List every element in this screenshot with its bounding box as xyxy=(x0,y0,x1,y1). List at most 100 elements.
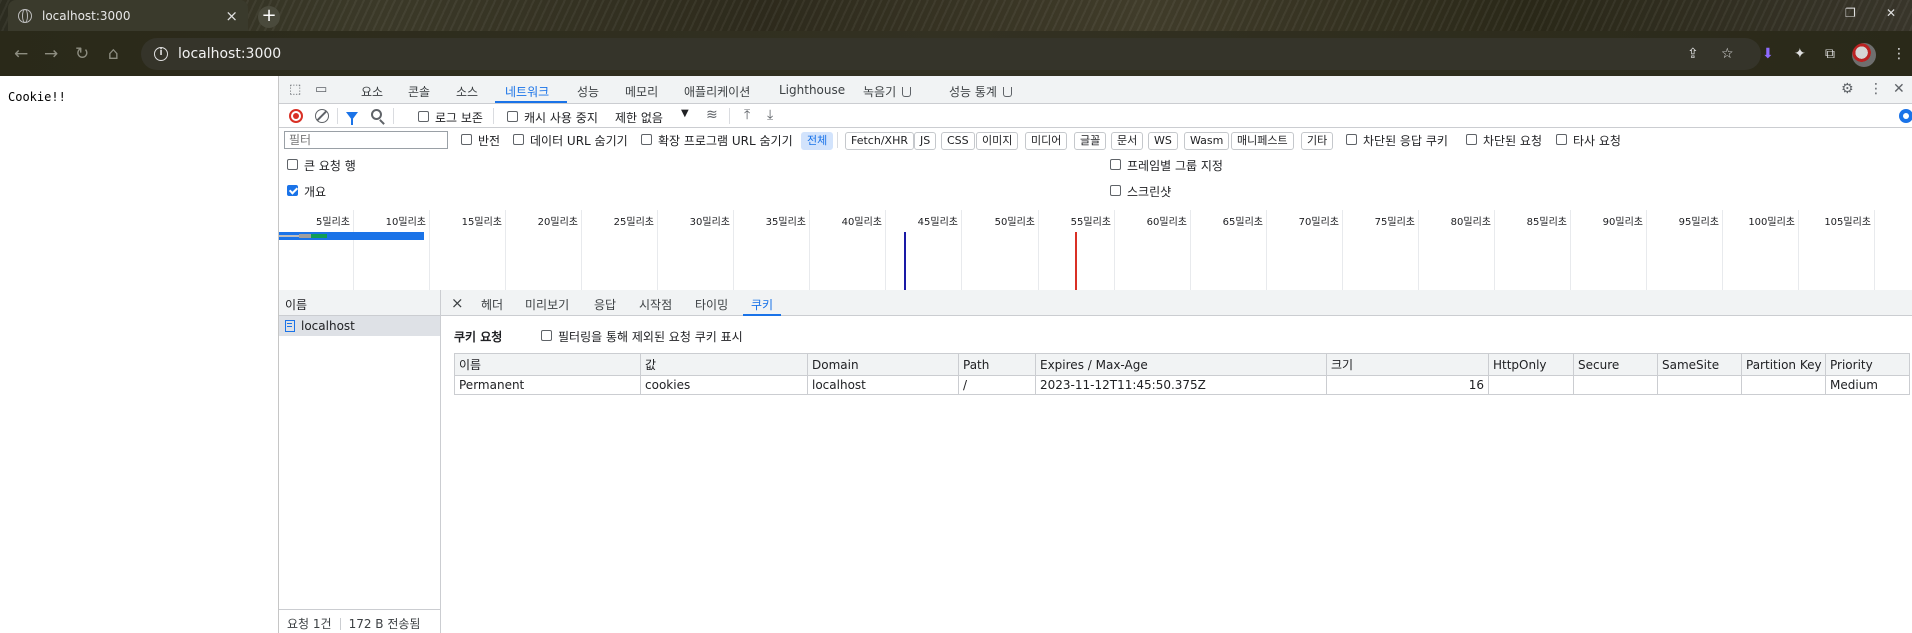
forward-icon[interactable]: → xyxy=(44,44,58,64)
devtools-close-icon[interactable]: ✕ xyxy=(1893,81,1905,97)
tab-console[interactable]: 콘솔 xyxy=(408,83,430,100)
filter-funnel-icon[interactable] xyxy=(346,112,358,125)
new-tab-button[interactable]: + xyxy=(258,6,280,28)
column-header[interactable]: 크기 xyxy=(1326,353,1489,376)
tab-application[interactable]: 애플리케이션 xyxy=(684,83,750,100)
column-header[interactable]: Path xyxy=(958,353,1036,376)
type-filter-manifest[interactable]: 매니페스트 xyxy=(1231,132,1294,150)
preserve-log-checkbox[interactable] xyxy=(418,111,429,122)
type-filter-all[interactable]: 전체 xyxy=(801,132,834,150)
tab-lighthouse[interactable]: Lighthouse xyxy=(779,83,845,97)
document-icon xyxy=(285,320,295,332)
download-icon[interactable]: ⬇ xyxy=(1762,46,1774,62)
back-icon[interactable]: ← xyxy=(14,44,28,64)
network-conditions-icon[interactable]: ≋ xyxy=(706,107,718,123)
hide-extension-urls-checkbox[interactable] xyxy=(641,134,652,145)
hide-data-urls-checkbox[interactable] xyxy=(513,134,524,145)
tab-network[interactable]: 네트워크 xyxy=(505,83,549,100)
hide-extension-urls-label: 확장 프로그램 URL 숨기기 xyxy=(658,134,793,148)
tab-sources[interactable]: 소스 xyxy=(456,83,478,100)
overview-waiting-segment xyxy=(311,234,327,238)
tab-cookies[interactable]: 쿠키 xyxy=(751,296,773,313)
column-header[interactable]: Domain xyxy=(807,353,959,376)
big-rows-checkbox[interactable] xyxy=(287,159,298,170)
third-party-checkbox[interactable] xyxy=(1556,134,1567,145)
close-detail-icon[interactable]: × xyxy=(451,294,464,312)
timeline-tick-label: 30밀리초 xyxy=(689,217,730,228)
type-filter-other[interactable]: 기타 xyxy=(1301,132,1334,150)
type-filter-fetch-xhr[interactable]: Fetch/XHR xyxy=(845,132,914,150)
column-header[interactable]: 이름 xyxy=(454,353,641,376)
browser-menu-icon[interactable]: ⋮ xyxy=(1892,46,1906,62)
network-settings-gear-icon[interactable] xyxy=(1899,109,1912,123)
tab-elements[interactable]: 요소 xyxy=(361,83,383,100)
browser-tab[interactable]: localhost:3000 × xyxy=(8,0,248,31)
export-har-icon[interactable]: ⤓ xyxy=(767,107,773,123)
request-list-header[interactable]: 이름 xyxy=(279,290,440,316)
screenshots-checkbox[interactable] xyxy=(1110,185,1121,196)
bookmark-star-icon[interactable]: ☆ xyxy=(1721,46,1734,62)
type-filter-font[interactable]: 글꼴 xyxy=(1074,132,1107,150)
column-header[interactable]: Secure xyxy=(1573,353,1658,376)
column-header[interactable]: Expires / Max-Age xyxy=(1035,353,1327,376)
type-filter-doc[interactable]: 문서 xyxy=(1111,132,1144,150)
column-header[interactable]: Partition Key xyxy=(1741,353,1826,376)
devtools-menu-icon[interactable]: ⋮ xyxy=(1869,81,1883,97)
extension-icon[interactable]: ✦ xyxy=(1794,46,1806,62)
share-icon[interactable]: ⇪ xyxy=(1687,46,1699,62)
tab-response[interactable]: 응답 xyxy=(594,296,616,313)
address-bar[interactable]: i localhost:3000 xyxy=(141,38,1761,70)
dom-content-loaded-line xyxy=(904,232,906,290)
home-icon[interactable]: ⌂ xyxy=(108,44,119,64)
page-content-text: Cookie!! xyxy=(8,90,66,104)
type-filter-js[interactable]: JS xyxy=(914,132,937,150)
inspect-element-icon[interactable]: ⬚ xyxy=(289,82,301,97)
record-stop-icon[interactable] xyxy=(289,109,303,123)
type-filter-image[interactable]: 이미지 xyxy=(976,132,1019,150)
device-toolbar-icon[interactable]: ▭ xyxy=(315,82,327,97)
column-header[interactable]: SameSite xyxy=(1657,353,1742,376)
clear-icon[interactable] xyxy=(315,109,329,123)
extensions-puzzle-icon[interactable]: ⧉ xyxy=(1825,46,1835,62)
disable-cache-checkbox[interactable] xyxy=(507,111,518,122)
filter-input[interactable] xyxy=(284,131,448,149)
column-header[interactable]: Priority xyxy=(1825,353,1910,376)
reload-icon[interactable]: ↻ xyxy=(75,44,89,64)
tab-timing[interactable]: 타이밍 xyxy=(695,296,728,313)
tab-performance[interactable]: 성능 xyxy=(577,83,599,100)
tab-preview[interactable]: 미리보기 xyxy=(525,296,569,313)
overview-checkbox[interactable] xyxy=(287,185,298,196)
import-har-icon[interactable]: ⤒ xyxy=(744,107,750,123)
search-icon[interactable] xyxy=(371,109,382,120)
blocked-cookies-checkbox[interactable] xyxy=(1346,134,1357,145)
restore-icon[interactable]: ❐ xyxy=(1845,6,1856,20)
column-header[interactable]: 값 xyxy=(640,353,808,376)
tab-headers[interactable]: 헤더 xyxy=(481,296,503,313)
request-row[interactable]: localhost xyxy=(279,316,440,336)
column-header[interactable]: HttpOnly xyxy=(1488,353,1574,376)
tab-memory[interactable]: 메모리 xyxy=(625,83,658,100)
profile-avatar[interactable] xyxy=(1852,43,1876,67)
tab-initiator[interactable]: 시작점 xyxy=(639,296,672,313)
invert-checkbox[interactable] xyxy=(461,134,472,145)
status-bar: 요청 1건 172 B 전송됨 xyxy=(279,609,441,633)
type-filter-ws[interactable]: WS xyxy=(1148,132,1178,150)
blocked-requests-checkbox[interactable] xyxy=(1466,134,1477,145)
tab-recorder[interactable]: 녹음기 xyxy=(863,83,912,100)
site-info-icon[interactable]: i xyxy=(154,47,168,61)
type-filter-css[interactable]: CSS xyxy=(941,132,975,150)
timeline-tick-label: 35밀리초 xyxy=(765,217,806,228)
throttling-select[interactable]: 제한 없음 xyxy=(615,109,663,126)
settings-gear-icon[interactable]: ⚙ xyxy=(1841,81,1854,97)
type-filter-wasm[interactable]: Wasm xyxy=(1184,132,1230,150)
network-overview-timeline[interactable]: 5밀리초 10밀리초 15밀리초 20밀리초 25밀리초 30밀리초 35밀리초 40밀리초 4… xyxy=(279,210,1912,290)
group-by-frame-checkbox[interactable] xyxy=(1110,159,1121,170)
dropdown-triangle-icon[interactable]: ▼ xyxy=(681,108,689,119)
tab-performance-insights[interactable]: 성능 통계 xyxy=(949,83,1012,100)
timeline-tick-label: 100밀리초 xyxy=(1748,217,1795,228)
tab-close-icon[interactable]: × xyxy=(225,7,238,25)
table-row[interactable]: Permanent cookies localhost / 2023-11-12… xyxy=(454,375,1910,395)
type-filter-media[interactable]: 미디어 xyxy=(1025,132,1068,150)
show-filtered-cookies-checkbox[interactable] xyxy=(541,330,552,341)
window-close-icon[interactable]: ✕ xyxy=(1886,6,1896,20)
